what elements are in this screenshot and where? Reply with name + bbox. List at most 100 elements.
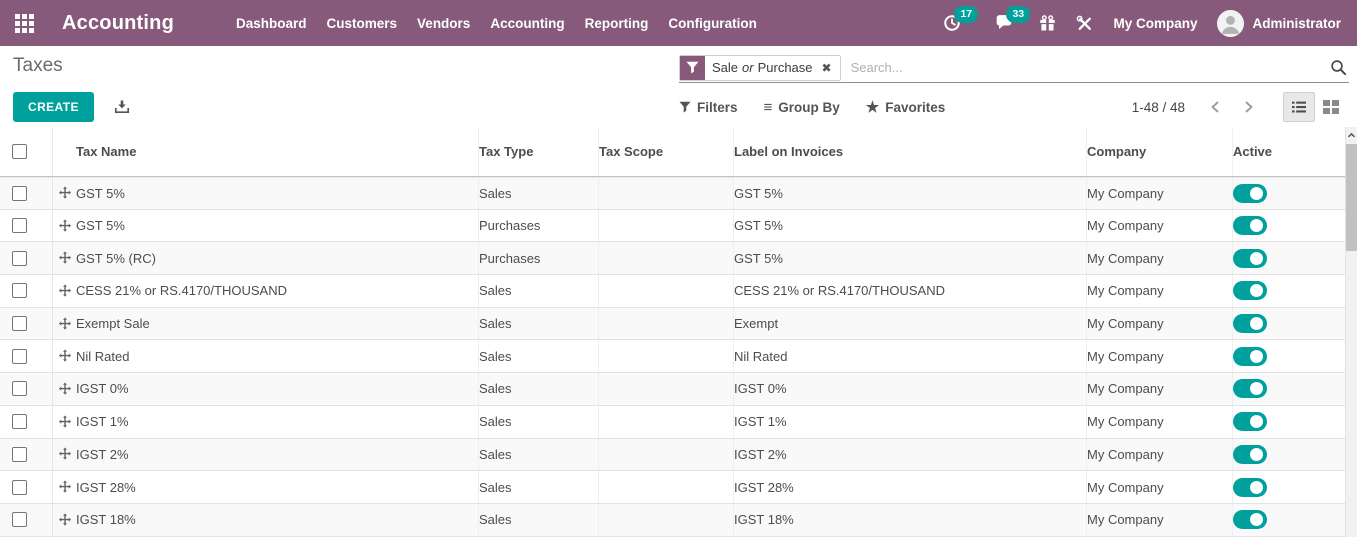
table-header-row: Tax Name Tax Type Tax Scope Label on Inv… <box>0 127 1345 177</box>
row-checkbox[interactable] <box>12 283 27 298</box>
row-drag-handle[interactable] <box>53 480 76 494</box>
column-header-active[interactable]: Active <box>1232 127 1345 176</box>
cell-tax-type: Purchases <box>478 210 598 242</box>
nav-item-reporting[interactable]: Reporting <box>575 0 659 46</box>
row-checkbox[interactable] <box>12 186 27 201</box>
cell-label-on-invoices: Nil Rated <box>733 340 1086 372</box>
cell-tax-scope <box>598 439 733 471</box>
row-checkbox[interactable] <box>12 480 27 495</box>
nav-item-configuration[interactable]: Configuration <box>658 0 766 46</box>
filters-menu[interactable]: Filters <box>679 100 738 115</box>
cell-tax-scope <box>598 406 733 438</box>
active-toggle[interactable] <box>1233 412 1267 431</box>
row-checkbox[interactable] <box>12 349 27 364</box>
row-checkbox[interactable] <box>12 447 27 462</box>
table-row[interactable]: IGST 18% Sales IGST 18% My Company <box>0 504 1345 537</box>
row-drag-handle[interactable] <box>53 284 76 298</box>
cell-active <box>1232 308 1345 340</box>
search-input[interactable] <box>841 60 1324 75</box>
cell-company: My Company <box>1086 504 1232 536</box>
table-row[interactable]: IGST 0% Sales IGST 0% My Company <box>0 373 1345 406</box>
row-drag-handle[interactable] <box>53 415 76 429</box>
cell-label-on-invoices: GST 5% <box>733 242 1086 274</box>
nav-item-vendors[interactable]: Vendors <box>407 0 480 46</box>
active-toggle[interactable] <box>1233 347 1267 366</box>
column-header-tax-type[interactable]: Tax Type <box>478 127 598 176</box>
group-by-menu[interactable]: ≡ Group By <box>764 99 840 116</box>
kanban-view-button[interactable] <box>1315 92 1347 122</box>
row-drag-handle[interactable] <box>53 219 76 233</box>
select-all-cell <box>0 127 53 176</box>
column-header-tax-scope[interactable]: Tax Scope <box>598 127 733 176</box>
active-toggle[interactable] <box>1233 445 1267 464</box>
row-checkbox[interactable] <box>12 316 27 331</box>
row-checkbox[interactable] <box>12 218 27 233</box>
nav-item-customers[interactable]: Customers <box>317 0 408 46</box>
table-row[interactable]: GST 5% (RC) Purchases GST 5% My Company <box>0 242 1345 275</box>
row-checkbox[interactable] <box>12 414 27 429</box>
row-select-cell <box>0 308 53 340</box>
row-drag-handle[interactable] <box>53 186 76 200</box>
table-row[interactable]: IGST 2% Sales IGST 2% My Company <box>0 439 1345 472</box>
table-row[interactable]: Exempt Sale Sales Exempt My Company <box>0 308 1345 341</box>
nav-item-dashboard[interactable]: Dashboard <box>226 0 317 46</box>
rewards-button[interactable] <box>1039 15 1056 32</box>
column-header-company[interactable]: Company <box>1086 127 1232 176</box>
vertical-scrollbar[interactable] <box>1345 127 1357 537</box>
active-toggle[interactable] <box>1233 379 1267 398</box>
nav-item-accounting[interactable]: Accounting <box>480 0 574 46</box>
drag-move-icon <box>58 447 72 461</box>
table-row[interactable]: GST 5% Purchases GST 5% My Company <box>0 210 1345 243</box>
support-tools-button[interactable] <box>1076 15 1093 32</box>
table-row[interactable]: CESS 21% or RS.4170/THOUSAND Sales CESS … <box>0 275 1345 308</box>
apps-menu-button[interactable] <box>0 0 48 46</box>
search-icon[interactable] <box>1324 59 1349 76</box>
export-icon[interactable] <box>114 99 130 115</box>
row-drag-handle[interactable] <box>53 349 76 363</box>
scrollbar-thumb[interactable] <box>1346 144 1357 251</box>
row-drag-handle[interactable] <box>53 447 76 461</box>
row-checkbox[interactable] <box>12 251 27 266</box>
search-facet[interactable]: Sale or Purchase ✖ <box>679 55 841 81</box>
facet-remove-icon[interactable]: ✖ <box>820 56 840 80</box>
row-checkbox[interactable] <box>12 512 27 527</box>
row-select-cell <box>0 504 53 536</box>
active-toggle[interactable] <box>1233 314 1267 333</box>
active-toggle[interactable] <box>1233 478 1267 497</box>
table-row[interactable]: GST 5% Sales GST 5% My Company <box>0 177 1345 210</box>
company-switcher[interactable]: My Company <box>1113 16 1197 31</box>
active-toggle[interactable] <box>1233 510 1267 529</box>
row-drag-handle[interactable] <box>53 382 76 396</box>
cell-active <box>1232 340 1345 372</box>
user-menu[interactable]: Administrator <box>1217 10 1341 37</box>
table-row[interactable]: IGST 28% Sales IGST 28% My Company <box>0 471 1345 504</box>
active-toggle[interactable] <box>1233 216 1267 235</box>
toggle-knob <box>1250 481 1263 494</box>
pager-previous-button[interactable] <box>1201 96 1229 118</box>
app-title[interactable]: Accounting <box>62 12 174 35</box>
column-header-tax-name[interactable]: Tax Name <box>76 144 478 159</box>
table-row[interactable]: Nil Rated Sales Nil Rated My Company <box>0 340 1345 373</box>
table-row[interactable]: IGST 1% Sales IGST 1% My Company <box>0 406 1345 439</box>
row-drag-handle[interactable] <box>53 317 76 331</box>
column-header-label-on-invoices[interactable]: Label on Invoices <box>733 127 1086 176</box>
list-view-button[interactable] <box>1283 92 1315 122</box>
cell-tax-name: Exempt Sale <box>76 316 478 331</box>
search-bar[interactable]: Sale or Purchase ✖ <box>679 53 1349 83</box>
group-by-icon: ≡ <box>764 99 773 116</box>
active-toggle[interactable] <box>1233 281 1267 300</box>
scrollbar-up-arrow-icon[interactable] <box>1346 127 1357 142</box>
select-all-checkbox[interactable] <box>12 144 27 159</box>
row-drag-handle[interactable] <box>53 251 76 265</box>
create-button[interactable]: CREATE <box>13 92 94 122</box>
row-checkbox[interactable] <box>12 381 27 396</box>
cell-tax-type: Sales <box>478 471 598 503</box>
messages-button[interactable]: 33 <box>995 14 1013 32</box>
active-toggle[interactable] <box>1233 184 1267 203</box>
pager-next-button[interactable] <box>1235 96 1263 118</box>
favorites-menu[interactable]: ★ Favorites <box>866 98 945 116</box>
row-drag-handle[interactable] <box>53 513 76 527</box>
active-toggle[interactable] <box>1233 249 1267 268</box>
toggle-knob <box>1250 350 1263 363</box>
activities-button[interactable]: 17 <box>943 14 961 32</box>
